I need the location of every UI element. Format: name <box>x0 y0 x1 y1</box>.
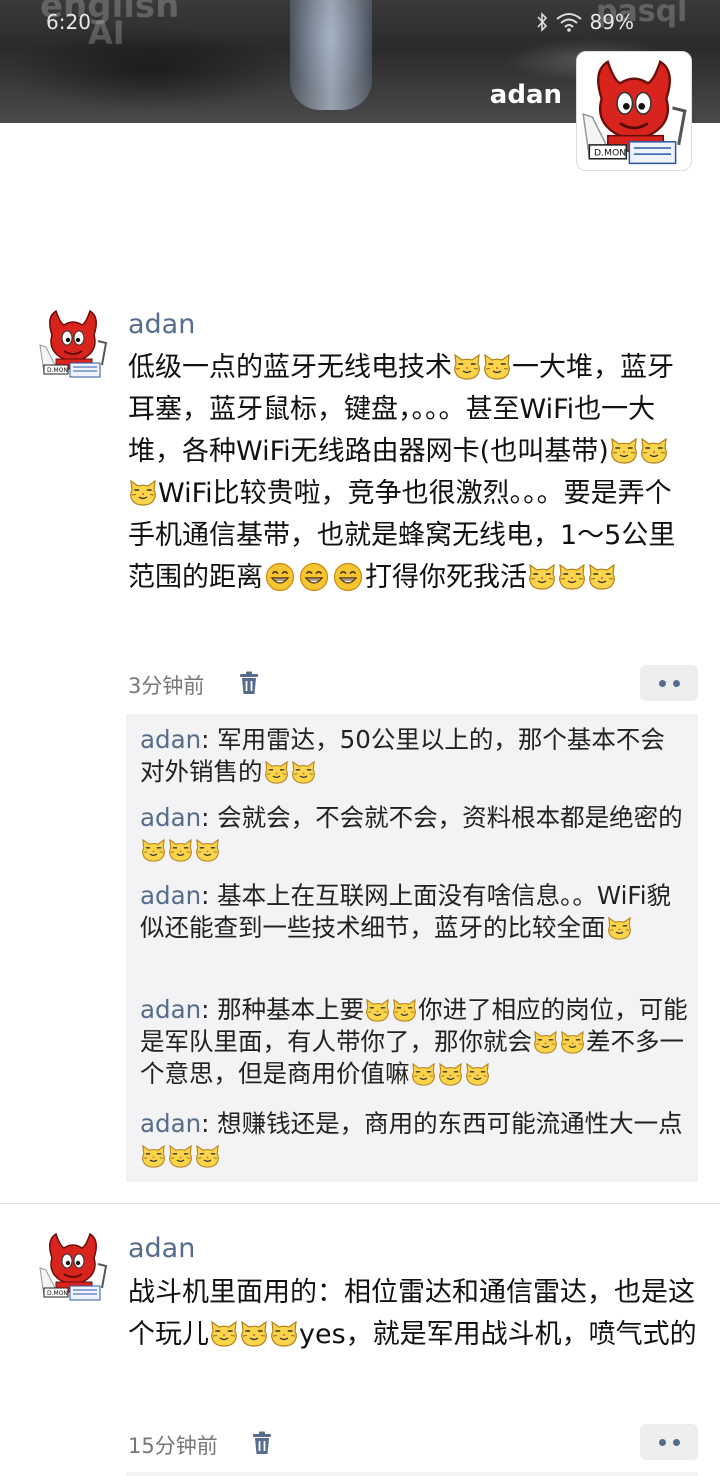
comment-text: : 那种基本上要 <box>201 995 365 1024</box>
cat-emoji-icon <box>291 761 316 784</box>
post-avatar[interactable] <box>36 1228 110 1304</box>
bluetooth-icon <box>536 12 547 32</box>
wifi-icon <box>555 13 582 32</box>
comment-list <box>126 1472 698 1476</box>
cat-emoji-icon <box>483 354 511 380</box>
grin-emoji-icon <box>299 562 329 592</box>
cat-emoji-icon <box>168 1145 193 1168</box>
cat-emoji-icon <box>365 999 390 1022</box>
post-timestamp: 15分钟前 <box>128 1434 218 1458</box>
comment-author[interactable]: adan <box>140 1109 201 1138</box>
grin-emoji-icon <box>265 562 295 592</box>
status-icons: 89% <box>536 10 634 34</box>
trash-icon[interactable] <box>251 1431 273 1455</box>
avatar-devil-icon <box>36 1228 110 1304</box>
header-photo-text: AI <box>88 14 125 52</box>
trash-icon[interactable] <box>238 671 260 695</box>
cat-emoji-icon <box>210 1321 238 1347</box>
cat-emoji-icon <box>270 1321 298 1347</box>
post-author[interactable]: adan <box>128 1233 195 1264</box>
cat-emoji-icon <box>588 564 616 590</box>
cat-emoji-icon <box>411 1063 436 1086</box>
comment-item[interactable]: adan: 那种基本上要 你进了相应的岗位，可能是军队里面，有人带你了，那你就会差… <box>140 994 688 1090</box>
cat-emoji-icon <box>465 1063 490 1086</box>
comment-author[interactable]: adan <box>140 725 201 754</box>
cat-emoji-icon <box>533 1031 558 1054</box>
more-icon <box>658 679 666 687</box>
comment-item[interactable]: adan: 会就会，不会就不会，资料根本都是绝密的 <box>140 802 688 866</box>
cat-emoji-icon <box>438 1063 463 1086</box>
comment-item[interactable]: adan: 想赚钱还是，商用的东西可能流通性大一点 <box>140 1108 688 1172</box>
status-time: 6:20 <box>46 10 91 34</box>
comment-text: : 会就会，不会就不会，资料根本都是绝密的 <box>201 803 683 832</box>
cat-emoji-icon <box>558 564 586 590</box>
post-text: 战斗机里面用的：相位雷达和通信雷达，也是这个玩儿 yes，就是军用战斗机，喷气式的 <box>128 1272 698 1356</box>
cat-emoji-icon <box>141 839 166 862</box>
more-icon <box>672 1438 680 1446</box>
cat-emoji-icon <box>168 839 193 862</box>
cat-emoji-icon <box>607 917 632 940</box>
avatar-devil-icon <box>577 52 691 170</box>
comment-text: : 想赚钱还是，商用的东西可能流通性大一点 <box>201 1109 683 1138</box>
more-icon <box>672 679 680 687</box>
battery-level: 89% <box>589 10 634 34</box>
comment-list: adan: 军用雷达，50公里以上的，那个基本不会对外销售的 adan: 会就会… <box>126 714 698 1182</box>
cat-emoji-icon <box>129 480 157 506</box>
header-avatar[interactable] <box>576 51 692 171</box>
cat-emoji-icon <box>528 564 556 590</box>
post-timestamp: 3分钟前 <box>128 674 205 698</box>
comment-text: : 基本上在互联网上面没有啥信息。。WiFi貌似还能查到一些技术细节，蓝牙的比较… <box>140 881 672 942</box>
post-avatar[interactable] <box>36 305 110 381</box>
more-button[interactable] <box>640 1424 698 1460</box>
cat-emoji-icon <box>640 438 668 464</box>
post-divider <box>0 1203 720 1204</box>
post-text-part: 打得你死我活 <box>365 562 527 593</box>
cat-emoji-icon <box>453 354 481 380</box>
cat-emoji-icon <box>141 1145 166 1168</box>
cat-emoji-icon <box>264 761 289 784</box>
comment-text: : 军用雷达，50公里以上的，那个基本不会对外销售的 <box>140 725 665 786</box>
cat-emoji-icon <box>195 839 220 862</box>
comment-author[interactable]: adan <box>140 995 201 1024</box>
cat-emoji-icon <box>240 1321 268 1347</box>
post-text-part: yes，就是军用战斗机，喷气式的 <box>299 1319 697 1350</box>
cat-emoji-icon <box>392 999 417 1022</box>
header-user-name[interactable]: adan <box>490 80 562 110</box>
comment-item[interactable]: adan: 基本上在互联网上面没有啥信息。。WiFi貌似还能查到一些技术细节，蓝… <box>140 880 688 944</box>
more-icon <box>658 1438 666 1446</box>
cat-emoji-icon <box>195 1145 220 1168</box>
more-button[interactable] <box>640 665 698 701</box>
post-text-part: 低级一点的蓝牙无线电技术 <box>128 352 452 383</box>
cat-emoji-icon <box>610 438 638 464</box>
grin-emoji-icon <box>333 562 363 592</box>
post-text: 低级一点的蓝牙无线电技术 一大堆，蓝牙耳塞，蓝牙鼠标，键盘，。。。甚至WiFi也一… <box>128 347 698 599</box>
post-author[interactable]: adan <box>128 309 195 340</box>
header-photo-bottle <box>290 0 372 110</box>
comment-item[interactable]: adan: 军用雷达，50公里以上的，那个基本不会对外销售的 <box>140 724 688 788</box>
avatar-devil-icon <box>36 305 110 381</box>
comment-author[interactable]: adan <box>140 881 201 910</box>
comment-author[interactable]: adan <box>140 803 201 832</box>
cat-emoji-icon <box>560 1031 585 1054</box>
